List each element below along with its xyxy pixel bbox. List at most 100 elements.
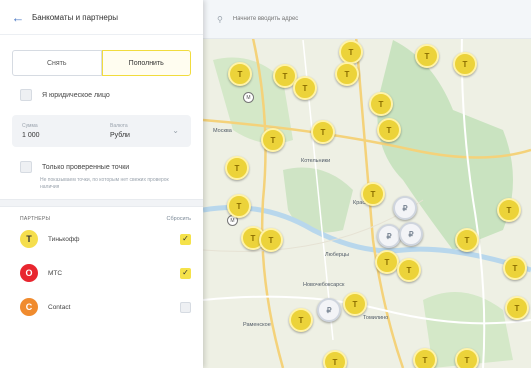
section-divider	[0, 199, 203, 207]
partner-pin-marker[interactable]: Т	[311, 120, 335, 144]
pin-glyph: Т	[298, 315, 304, 325]
pin-glyph: Т	[464, 235, 470, 245]
pin-glyph: Т	[270, 135, 276, 145]
currency-value: Рубли	[110, 132, 130, 139]
mode-toggle: Снять Пополнить	[12, 50, 191, 76]
atm-pin-marker[interactable]: ₽	[377, 224, 401, 248]
map[interactable]: Котельники Красково Люберцы Томилино Нов…	[203, 0, 531, 368]
pin-glyph: ₽	[386, 231, 392, 241]
pin-glyph: Т	[464, 355, 470, 365]
partner-pin-marker[interactable]: Т	[228, 62, 252, 86]
verified-only-note: Не показываем точки, по которым нет свеж…	[40, 177, 169, 190]
partner-pin-marker[interactable]: Т	[259, 228, 283, 252]
partner-logo-icon: T	[20, 230, 38, 248]
partner-pin-marker[interactable]: Т	[343, 292, 367, 316]
pin-glyph: ₽	[402, 203, 408, 213]
partner-pin-marker[interactable]: Т	[227, 194, 251, 218]
back-arrow-icon[interactable]: ←	[10, 9, 26, 25]
legal-entity-label: Я юридическое лицо	[42, 91, 110, 99]
pin-glyph: Т	[462, 59, 468, 69]
partner-pin-marker[interactable]: Т	[503, 256, 527, 280]
partner-pin-marker[interactable]: Т	[375, 250, 399, 274]
partner-pin-marker[interactable]: Т	[361, 182, 385, 206]
pin-glyph: Т	[344, 69, 350, 79]
partner-pin-marker[interactable]: Т	[369, 92, 393, 116]
pin-glyph: Т	[370, 189, 376, 199]
atm-pin-marker[interactable]: ₽	[317, 298, 341, 322]
partner-pin-marker[interactable]: Т	[455, 228, 479, 252]
chevron-down-icon[interactable]: ⌄	[172, 126, 179, 135]
pin-glyph: Т	[320, 127, 326, 137]
partner-pin-marker[interactable]: Т	[505, 296, 529, 320]
amount-field[interactable]: Сумма 1 000 Валюта Рубли ⌄	[12, 115, 191, 147]
map-label-kotelniki: Котельники	[301, 158, 331, 164]
partner-list: T Тинькофф ✓ O МТС ✓ C Contact	[0, 222, 203, 324]
legal-entity-checkbox[interactable]	[20, 89, 32, 101]
partner-pin-marker[interactable]: Т	[323, 350, 347, 368]
partner-row[interactable]: T Тинькофф ✓	[0, 222, 203, 256]
partner-pin-marker[interactable]: Т	[397, 258, 421, 282]
page-title: Банкоматы и партнеры	[32, 12, 119, 22]
pin-glyph: Т	[512, 263, 518, 273]
metro-icon: М	[243, 92, 254, 103]
amount-value: 1 000	[22, 132, 40, 139]
partner-pin-marker[interactable]: Т	[293, 76, 317, 100]
partner-name: МТС	[48, 269, 63, 277]
pin-glyph: Т	[237, 69, 243, 79]
pin-glyph: Т	[282, 71, 288, 81]
partner-checkbox[interactable]: ✓	[180, 233, 191, 245]
address-search-input[interactable]	[230, 15, 475, 23]
partner-pin-marker[interactable]: Т	[225, 156, 249, 180]
currency-label: Валюта	[110, 123, 128, 129]
map-label-ramenskoe: Раменское	[243, 322, 271, 328]
pin-glyph: Т	[332, 357, 338, 367]
pin-glyph: ₽	[326, 305, 332, 315]
pin-glyph: Т	[236, 201, 242, 211]
pin-glyph: Т	[514, 303, 520, 313]
pin-glyph: Т	[506, 205, 512, 215]
map-label-moskva: Москва	[213, 128, 232, 134]
pin-glyph: Т	[268, 235, 274, 245]
sidebar-header: ← Банкоматы и партнеры	[0, 0, 203, 35]
pin-glyph: Т	[378, 99, 384, 109]
pin-glyph: Т	[406, 265, 412, 275]
partner-pin-marker[interactable]: Т	[261, 128, 285, 152]
partner-pin-marker[interactable]: Т	[415, 44, 439, 68]
legal-entity-row[interactable]: Я юридическое лицо	[0, 89, 203, 101]
check-icon: ✓	[182, 234, 189, 243]
partner-pin-marker[interactable]: Т	[497, 198, 521, 222]
partner-pin-marker[interactable]: Т	[413, 348, 437, 368]
pin-glyph: Т	[352, 299, 358, 309]
verified-only-row[interactable]: Только проверенные точки	[0, 161, 203, 173]
partner-pin-marker[interactable]: Т	[339, 40, 363, 64]
verified-only-checkbox[interactable]	[20, 161, 32, 173]
amount-label: Сумма	[22, 123, 38, 129]
atm-pin-marker[interactable]: ₽	[393, 196, 417, 220]
pin-glyph: Т	[250, 233, 256, 243]
deposit-button[interactable]: Пополнить	[101, 50, 191, 76]
withdraw-button[interactable]: Снять	[12, 50, 102, 76]
map-label-tomilino: Томилино	[363, 315, 389, 321]
currency-column[interactable]: Валюта Рубли	[100, 123, 130, 139]
partner-pin-marker[interactable]: Т	[455, 348, 479, 368]
partners-heading: ПАРТНЕРЫ	[20, 216, 51, 222]
partner-checkbox[interactable]	[180, 301, 191, 313]
atm-pin-marker[interactable]: ₽	[399, 222, 423, 246]
pin-glyph: Т	[384, 257, 390, 267]
pin-glyph: Т	[424, 51, 430, 61]
partner-checkbox[interactable]: ✓	[180, 267, 191, 279]
reset-partners-link[interactable]: Сбросить	[167, 216, 191, 222]
partner-row[interactable]: C Contact	[0, 290, 203, 324]
partner-name: Тинькофф	[48, 235, 80, 243]
pin-glyph: Т	[386, 125, 392, 135]
pin-glyph: ₽	[408, 229, 414, 239]
partner-pin-marker[interactable]: Т	[335, 62, 359, 86]
partner-name: Contact	[48, 303, 71, 311]
partner-pin-marker[interactable]: Т	[377, 118, 401, 142]
pin-glyph: Т	[234, 163, 240, 173]
partner-row[interactable]: O МТС ✓	[0, 256, 203, 290]
map-search-bar: ⚲	[203, 0, 531, 39]
partner-pin-marker[interactable]: Т	[289, 308, 313, 332]
partner-pin-marker[interactable]: Т	[453, 52, 477, 76]
pin-glyph: Т	[422, 355, 428, 365]
